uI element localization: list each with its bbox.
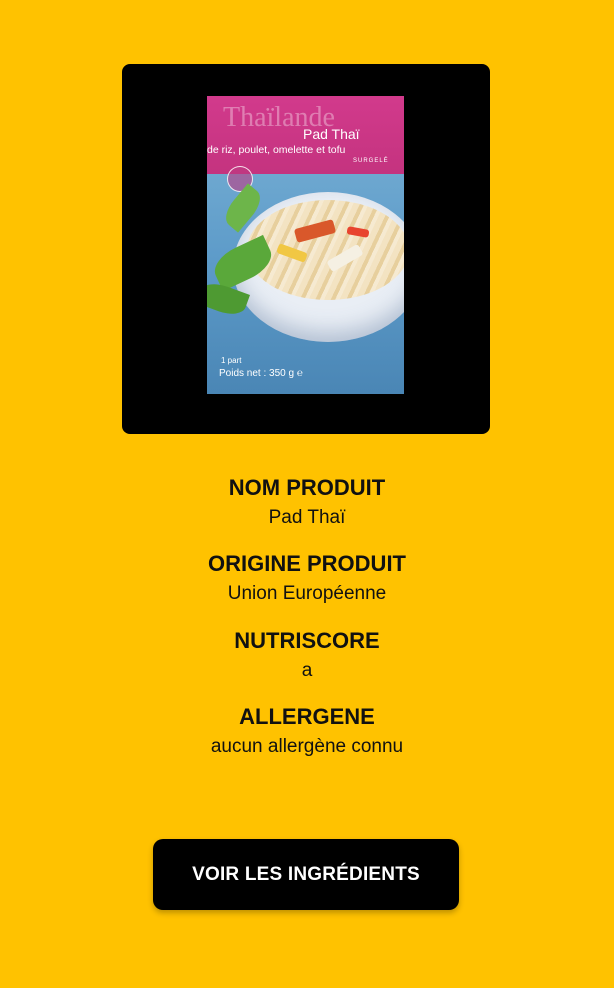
allergen-label: ALLERGENE [239, 704, 375, 729]
view-ingredients-button[interactable]: VOIR LES INGRÉDIENTS [153, 839, 459, 910]
pack-tag: SURGELÉ [353, 158, 389, 164]
product-photo: Thaïlande Pad Thaï de riz, poulet, omele… [207, 96, 404, 394]
pack-description: de riz, poulet, omelette et tofu [207, 144, 346, 156]
nutriscore-value: a [301, 660, 313, 681]
pack-product-name: Pad Thaï [303, 126, 360, 142]
pack-noodles [247, 200, 404, 300]
allergen-section: ALLERGENE aucun allergène connu [0, 704, 614, 759]
pack-weight: Poids net : 350 g ℮ [219, 368, 303, 379]
allergen-value: aucun allergène connu [210, 736, 404, 757]
product-image-card: Thaïlande Pad Thaï de riz, poulet, omele… [122, 64, 490, 434]
product-name-section: NOM PRODUIT Pad Thaï [0, 475, 614, 530]
nutriscore-label: NUTRISCORE [234, 628, 380, 653]
product-name-value: Pad Thaï [268, 507, 346, 528]
nutriscore-section: NUTRISCORE a [0, 628, 614, 683]
product-origin-section: ORIGINE PRODUIT Union Européenne [0, 551, 614, 606]
product-origin-label: ORIGINE PRODUIT [207, 551, 406, 576]
product-origin-value: Union Européenne [227, 583, 387, 604]
product-name-label: NOM PRODUIT [228, 475, 386, 500]
pack-portion: 1 part [221, 356, 242, 365]
